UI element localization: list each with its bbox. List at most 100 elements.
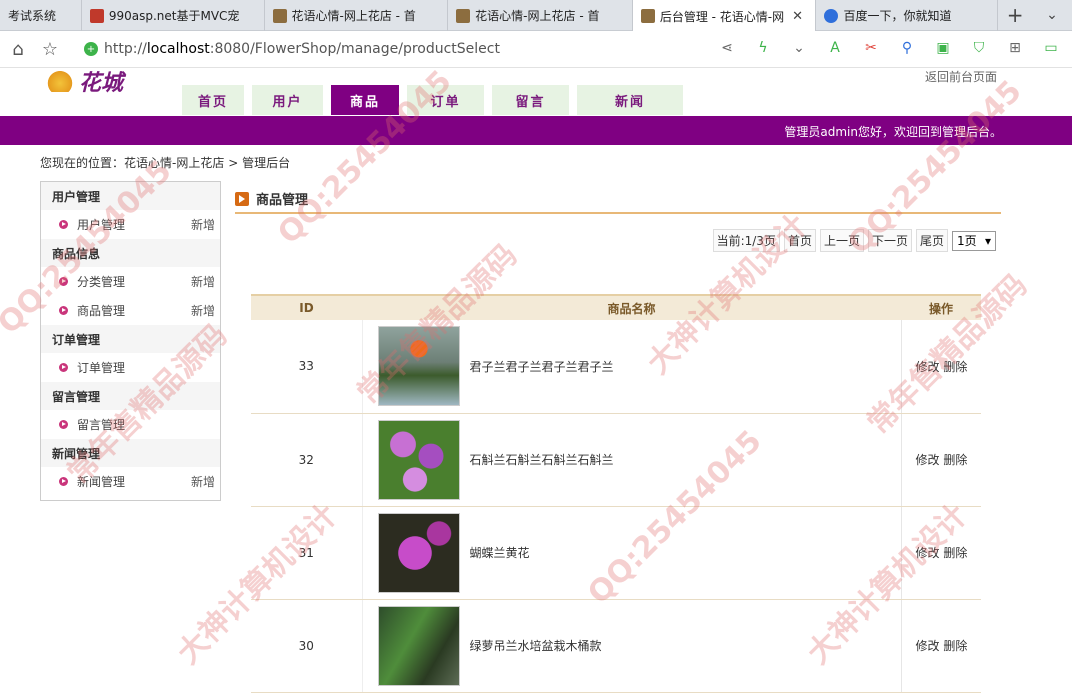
lightning-icon[interactable]: ϟ [752, 37, 774, 59]
delete-link[interactable]: 删除 [943, 546, 967, 560]
browser-tab-bar: 考试系统 990asp.net基于MVC宠 花语心情-网上花店 - 首 花语心情… [0, 0, 1072, 32]
page-select[interactable]: 1页 ▾ [952, 230, 996, 251]
select-dropdown-icon: ▾ [984, 233, 991, 248]
sidebar-add-link[interactable]: 新增 [191, 273, 215, 290]
edit-link[interactable]: 修改 [916, 360, 940, 374]
ops-cell: 修改 删除 [901, 506, 981, 600]
section-title: 商品管理 [235, 185, 1001, 214]
url-path: :8080/FlowerShop/manage/productSelect [209, 41, 500, 57]
table-header-row: ID 商品名称 操作 [251, 294, 981, 320]
sidebar-group-title: 留言管理 [41, 382, 220, 410]
url-prefix: http:// [104, 41, 147, 57]
table-row: 33 君子兰君子兰君子兰君子兰 修改 删除 [251, 320, 981, 414]
shield-icon[interactable]: ⛉ [968, 37, 990, 59]
nav-messages[interactable]: 留言 [492, 85, 569, 115]
apps-grid-icon[interactable]: ⊞ [1004, 37, 1026, 59]
url-field[interactable]: + http:// localhost :8080/FlowerShop/man… [84, 41, 500, 57]
nav-home[interactable]: 首页 [182, 85, 244, 115]
delete-link[interactable]: 删除 [943, 453, 967, 467]
browser-tab[interactable]: 990asp.net基于MVC宠 [82, 0, 265, 31]
logo-text: 花城 [79, 70, 124, 96]
product-thumbnail[interactable] [377, 512, 460, 593]
admin-sidebar: 用户管理 用户管理 新增 商品信息 分类管理 新增 商品管理 新增 订单管理 订… [40, 181, 221, 501]
welcome-text: 管理员admin您好，欢迎回到管理后台。 [784, 125, 1002, 139]
home-icon[interactable]: ⌂ [4, 35, 32, 63]
browser-tab[interactable]: 花语心情-网上花店 - 首 [448, 0, 633, 31]
product-thumbnail[interactable] [377, 605, 460, 686]
tab-favicon-icon [272, 8, 287, 23]
site-secure-icon: + [84, 42, 98, 56]
pager-last-button[interactable]: 尾页 [915, 229, 948, 252]
sidebar-item-label: 商品管理 [77, 304, 126, 318]
pager-prev-button[interactable]: 上一页 [819, 229, 864, 252]
nav-users[interactable]: 用户 [252, 85, 323, 115]
sidebar-item-message-manage[interactable]: 留言管理 [41, 410, 220, 439]
delete-link[interactable]: 删除 [943, 639, 967, 653]
sidebar-item-label: 留言管理 [77, 418, 126, 432]
edit-link[interactable]: 修改 [916, 546, 940, 560]
product-name-cell: 石斛兰石斛兰石斛兰石斛兰 [362, 413, 902, 507]
column-header-id: ID [251, 294, 362, 320]
sidebar-add-link[interactable]: 新增 [191, 302, 215, 319]
sidebar-add-link[interactable]: 新增 [191, 216, 215, 233]
ops-cell: 修改 删除 [901, 320, 981, 414]
nav-products[interactable]: 商品 [331, 85, 399, 115]
browser-tab[interactable]: 考试系统 [0, 0, 82, 31]
browser-tab[interactable]: 花语心情-网上花店 - 首 [265, 0, 449, 31]
share-icon[interactable]: ⋖ [716, 37, 738, 59]
sidebar-item-news-manage[interactable]: 新闻管理 新增 [41, 467, 220, 496]
sidebar-group-title: 商品信息 [41, 239, 220, 267]
site-logo[interactable]: 花城 [45, 68, 165, 96]
product-id: 30 [251, 599, 363, 693]
game-icon[interactable]: ▣ [932, 37, 954, 59]
ops-cell: 修改 删除 [901, 413, 981, 507]
back-to-front-link[interactable]: 返回前台页面 [925, 68, 997, 85]
delete-link[interactable]: 删除 [943, 360, 967, 374]
column-header-ops: 操作 [901, 294, 981, 320]
tab-title: 考试系统 [8, 9, 57, 23]
translate-icon[interactable]: A [824, 37, 846, 59]
tab-title: 花语心情-网上花店 - 首 [291, 9, 416, 23]
tab-close-icon[interactable]: ✕ [792, 9, 803, 24]
breadcrumb-prefix: 您现在的位置： [40, 156, 125, 170]
sidebar-item-user-manage[interactable]: 用户管理 新增 [41, 210, 220, 239]
product-id: 31 [251, 506, 363, 600]
edit-link[interactable]: 修改 [916, 639, 940, 653]
site-header: 花城 返回前台页面 首页 用户 商品 订单 留言 新闻 [0, 68, 1072, 116]
sidebar-item-category-manage[interactable]: 分类管理 新增 [41, 267, 220, 296]
sidebar-item-order-manage[interactable]: 订单管理 [41, 353, 220, 382]
sidebar-item-label: 用户管理 [77, 218, 126, 232]
search-icon[interactable]: ⚲ [896, 37, 918, 59]
page-select-value: 1页 [957, 234, 977, 248]
product-thumbnail[interactable] [377, 326, 460, 407]
section-title-text: 商品管理 [256, 193, 309, 208]
product-thumbnail[interactable] [377, 419, 460, 500]
arrow-bullet-icon [59, 477, 68, 486]
main-nav: 首页 用户 商品 订单 留言 新闻 [182, 85, 683, 115]
sidebar-item-label: 订单管理 [77, 361, 126, 375]
tab-title: 后台管理 - 花语心情-网 [659, 9, 785, 24]
bookmark-star-icon[interactable]: ☆ [36, 35, 64, 63]
browser-tab[interactable]: 百度一下，你就知道 [816, 0, 999, 31]
product-name-cell: 绿萝吊兰水培盆栽木桶款 [362, 599, 902, 693]
product-id: 32 [251, 413, 363, 507]
pager-next-button[interactable]: 下一页 [867, 229, 912, 252]
breadcrumb-home-link[interactable]: 花语心情-网上花店 [124, 156, 224, 170]
edit-link[interactable]: 修改 [916, 453, 940, 467]
product-name: 石斛兰石斛兰石斛兰石斛兰 [469, 453, 614, 467]
welcome-bar: 管理员admin您好，欢迎回到管理后台。 [0, 116, 1072, 145]
browser-tab-active[interactable]: 后台管理 - 花语心情-网 ✕ [632, 0, 817, 32]
new-tab-icon[interactable]: + [998, 0, 1032, 30]
arrow-bullet-icon [59, 363, 68, 372]
tab-list-chevron-icon[interactable]: ⌄ [1032, 0, 1072, 30]
ops-cell: 修改 删除 [901, 599, 981, 693]
pager-first-button[interactable]: 首页 [783, 229, 816, 252]
chevron-down-icon[interactable]: ⌄ [788, 37, 810, 59]
url-host: localhost [146, 41, 210, 57]
sidebar-item-product-manage[interactable]: 商品管理 新增 [41, 296, 220, 325]
nav-orders[interactable]: 订单 [407, 85, 484, 115]
toolbar-icons: ⋖ ϟ ⌄ A ✂ ⚲ ▣ ⛉ ⊞ ▭ [716, 37, 1062, 59]
sidebar-add-link[interactable]: 新增 [191, 473, 215, 490]
scissors-icon[interactable]: ✂ [860, 37, 882, 59]
nav-news[interactable]: 新闻 [577, 85, 683, 115]
